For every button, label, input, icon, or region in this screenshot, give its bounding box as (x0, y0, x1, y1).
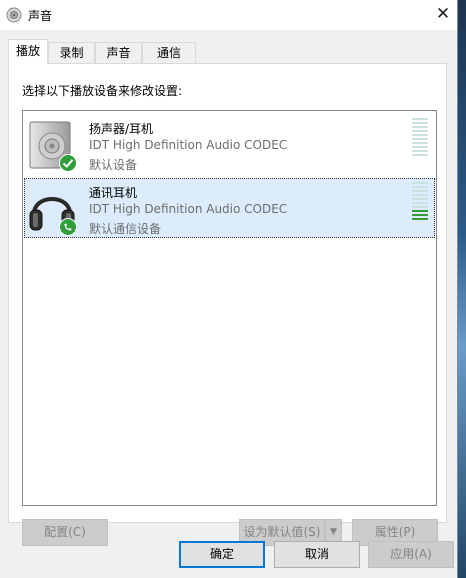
window-title: 声音 (28, 9, 53, 23)
tab-sounds[interactable]: 声音 (95, 42, 142, 63)
dialog-client: 播放 录制 声音 通信 选择以下播放设备来修改设置: 扬声器/耳机 IDT Hi… (0, 30, 457, 578)
meter-segment (412, 134, 428, 136)
tab-recording[interactable]: 录制 (48, 42, 95, 63)
meter-segment (412, 142, 428, 144)
device-driver: IDT High Definition Audio CODEC (89, 138, 288, 152)
default-check-icon (59, 154, 77, 172)
device-item-speakers[interactable]: 扬声器/耳机 IDT High Definition Audio CODEC 默… (24, 114, 435, 174)
configure-button[interactable]: 配置(C) (22, 519, 108, 546)
meter-segment (412, 150, 428, 152)
meter-segment (412, 146, 428, 148)
meter-segment (412, 118, 428, 120)
meter-segment (412, 126, 428, 128)
device-name: 通讯耳机 (89, 186, 138, 200)
tab-playback[interactable]: 播放 (8, 39, 48, 64)
device-item-headset[interactable]: 通讯耳机 IDT High Definition Audio CODEC 默认通… (24, 178, 435, 238)
device-driver: IDT High Definition Audio CODEC (89, 202, 288, 216)
device-name: 扬声器/耳机 (89, 122, 154, 136)
meter-segment (412, 122, 428, 124)
meter-segment (412, 182, 428, 184)
meter-segment (412, 130, 428, 132)
playback-panel: 选择以下播放设备来修改设置: 扬声器/耳机 IDT High Definitio… (8, 63, 447, 546)
cancel-button[interactable]: 取消 (274, 541, 360, 568)
meter-segment (412, 198, 428, 200)
phone-badge-icon (59, 218, 77, 236)
apply-button[interactable]: 应用(A) (368, 541, 454, 568)
device-status: 默认通信设备 (89, 222, 162, 236)
tab-communications[interactable]: 通信 (142, 42, 196, 63)
meter-segment (412, 190, 428, 192)
meter-segment (412, 218, 428, 220)
meter-segment (412, 210, 428, 212)
panel-prompt: 选择以下播放设备来修改设置: (22, 84, 183, 98)
title-bar[interactable]: 声音 ✕ (0, 0, 457, 30)
meter-segment (412, 154, 428, 156)
meter-segment (412, 194, 428, 196)
volume-meter (412, 182, 428, 222)
meter-segment (412, 214, 428, 216)
close-button[interactable]: ✕ (428, 0, 458, 30)
meter-segment (412, 138, 428, 140)
sound-dialog: 声音 ✕ 播放 录制 声音 通信 选择以下播放设备来修改设置: 扬声器/耳机 I… (0, 0, 458, 578)
meter-segment (412, 206, 428, 208)
device-list[interactable]: 扬声器/耳机 IDT High Definition Audio CODEC 默… (22, 110, 437, 506)
meter-segment (412, 202, 428, 204)
device-status: 默认设备 (89, 158, 138, 172)
volume-meter (412, 118, 428, 158)
meter-segment (412, 186, 428, 188)
sound-app-icon (6, 7, 22, 23)
ok-button[interactable]: 确定 (179, 541, 265, 568)
